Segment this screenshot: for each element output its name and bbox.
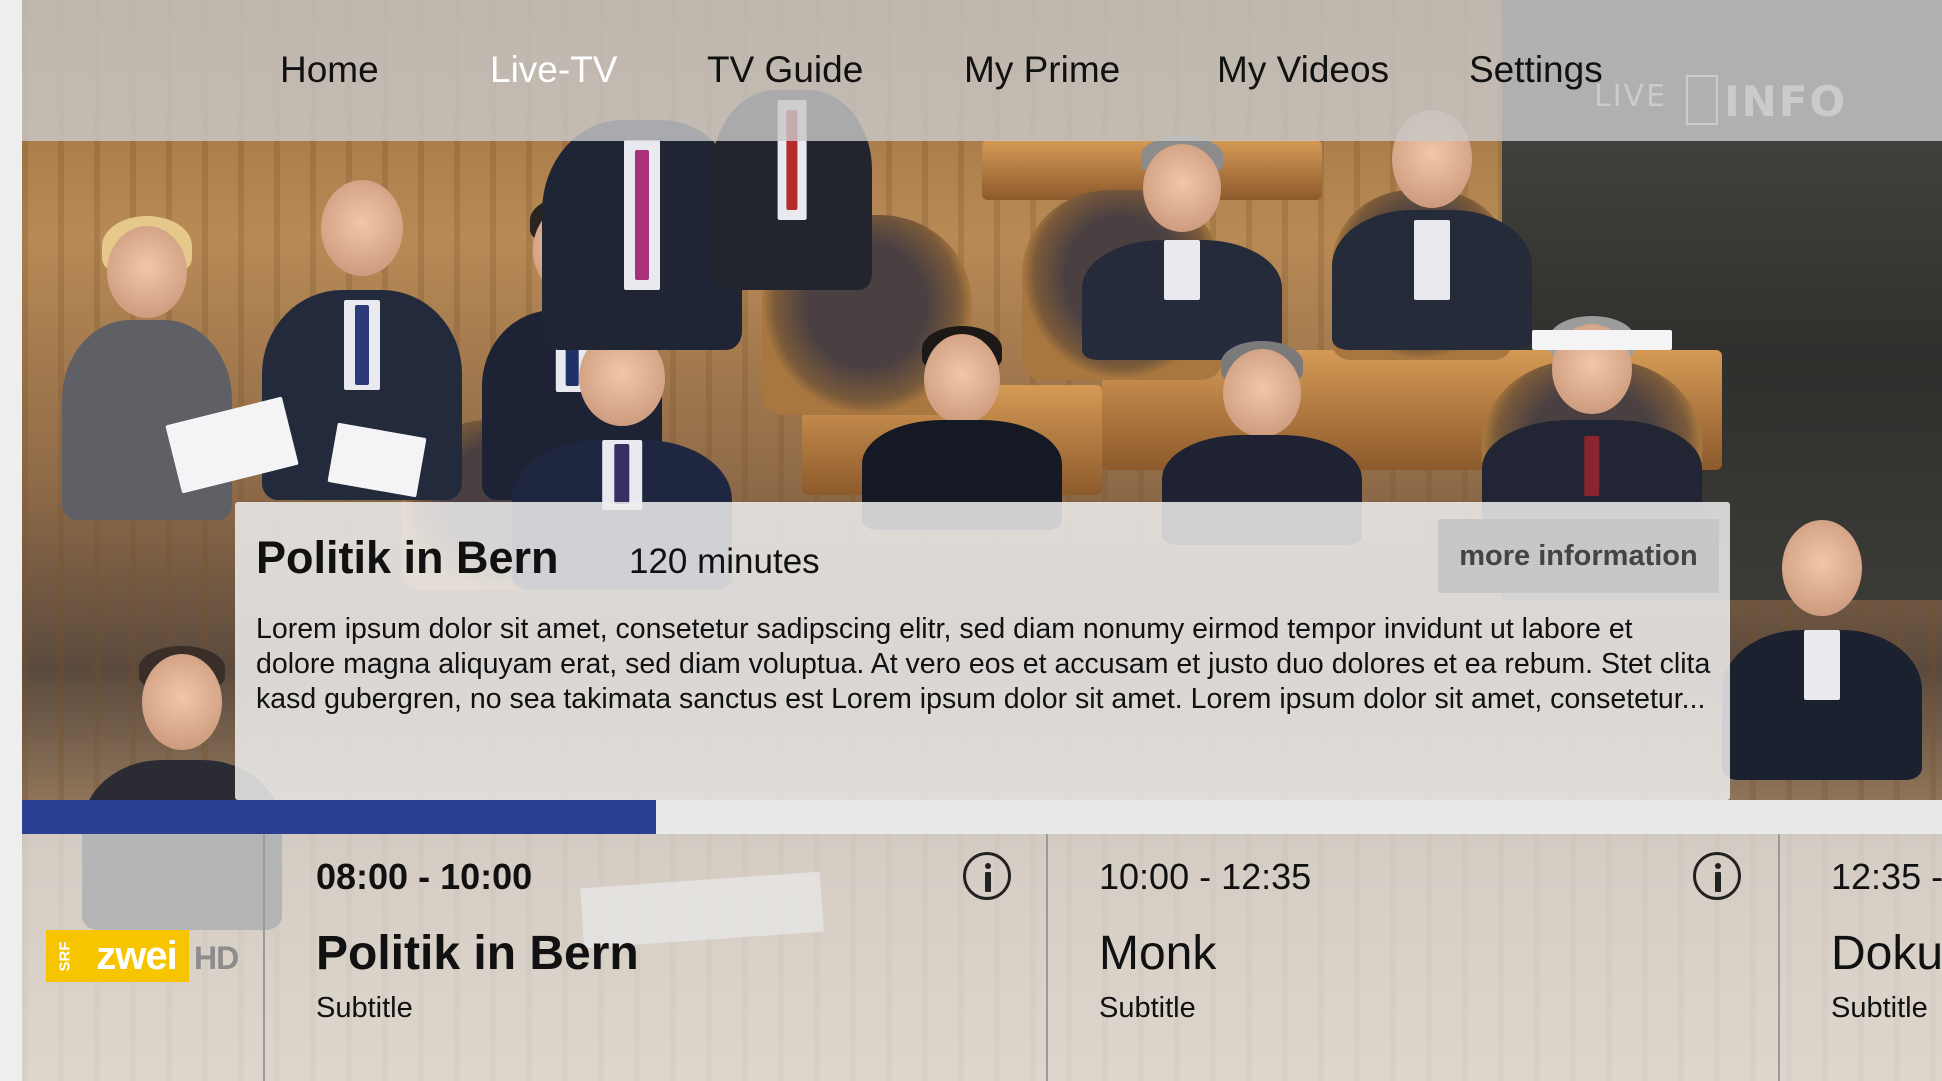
program-title: Monk [1099, 927, 1217, 980]
background-paper [1532, 330, 1672, 350]
background-person [1722, 520, 1922, 780]
channel-watermark: LIVE INFO [1594, 75, 1845, 126]
app-frame: Home Live-TV TV Guide My Prime My Videos… [22, 0, 1942, 1081]
program-time: 10:00 - 12:35 [1099, 856, 1312, 897]
channel-cell[interactable]: SRF zwei HD [22, 834, 265, 1081]
nav-my-videos[interactable]: My Videos [1217, 48, 1389, 92]
playback-progress-bar[interactable] [22, 800, 1942, 834]
watermark-live: LIVE [1594, 79, 1668, 114]
program-time: 08:00 - 10:00 [316, 856, 533, 897]
program-time: 12:35 - [1831, 856, 1942, 897]
logo-hd-text: HD [194, 940, 239, 976]
more-information-button[interactable]: more information [1438, 519, 1719, 593]
program-info-card: Politik in Bern 120 minutes more informa… [235, 502, 1730, 800]
program-duration: 120 minutes [629, 542, 820, 581]
playback-progress-fill [22, 800, 656, 834]
background-person [1332, 110, 1532, 350]
program-subtitle: Subtitle [1831, 992, 1928, 1024]
top-navigation: Home Live-TV TV Guide My Prime My Videos… [22, 0, 1942, 141]
guide-program-politik-in-bern[interactable]: 08:00 - 10:00 Politik in Bern Subtitle [265, 834, 1048, 1081]
nav-my-prime[interactable]: My Prime [964, 48, 1120, 92]
background-person [1082, 136, 1282, 360]
guide-program-monk[interactable]: 10:00 - 12:35 Monk Subtitle [1048, 834, 1780, 1081]
guide-program-doku[interactable]: 12:35 - Doku Subtitle [1780, 834, 1942, 1081]
watermark-info: INFO [1724, 77, 1848, 126]
nav-tv-guide[interactable]: TV Guide [707, 48, 863, 92]
program-subtitle: Subtitle [316, 992, 413, 1024]
nav-home[interactable]: Home [280, 48, 379, 92]
program-description: Lorem ipsum dolor sit amet, consetetur s… [256, 613, 1711, 715]
program-title: Politik in Bern [316, 927, 639, 980]
info-icon[interactable] [1693, 852, 1741, 900]
background-person [862, 326, 1062, 530]
logo-srf-mark: SRF [46, 930, 84, 982]
srf-zwei-hd-logo: SRF zwei HD [46, 930, 239, 982]
watermark-srf [1686, 75, 1718, 125]
info-icon[interactable] [963, 852, 1011, 900]
logo-zwei-text: zwei [84, 930, 189, 982]
nav-live-tv[interactable]: Live-TV [490, 48, 617, 92]
program-title: Doku [1831, 927, 1942, 980]
nav-settings[interactable]: Settings [1469, 48, 1603, 92]
program-subtitle: Subtitle [1099, 992, 1196, 1024]
program-guide-row: SRF zwei HD 08:00 - 10:00 Politik in Ber… [22, 834, 1942, 1081]
program-title: Politik in Bern [256, 532, 559, 583]
